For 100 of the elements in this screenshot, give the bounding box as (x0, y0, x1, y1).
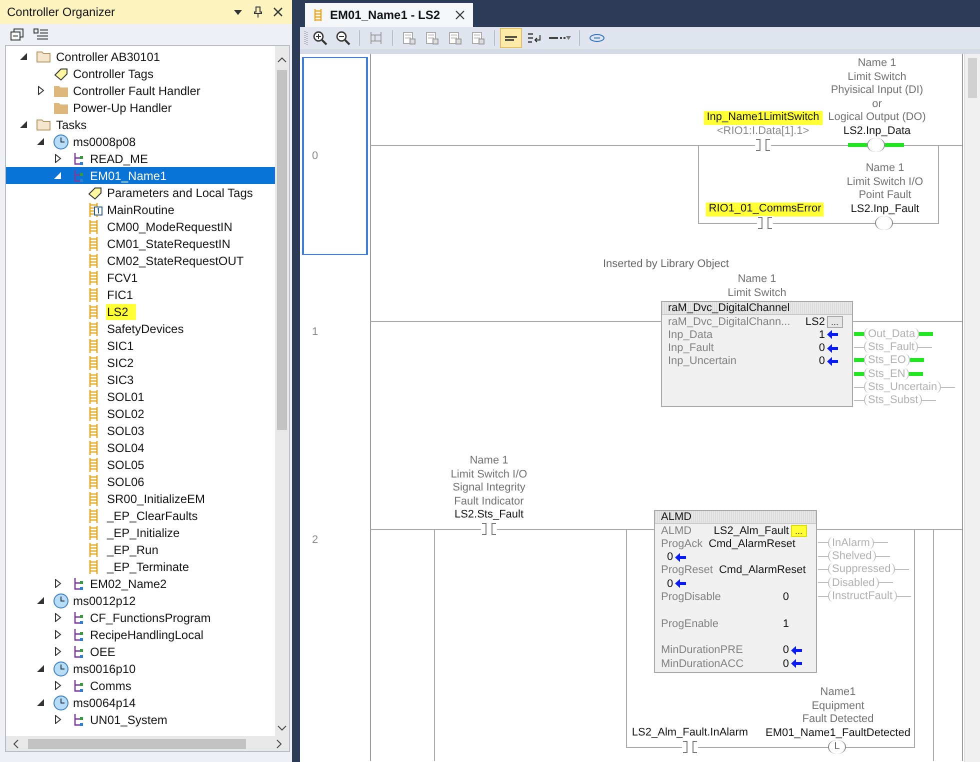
rung-number[interactable]: 0 (302, 57, 368, 255)
tree-item[interactable]: _EP_Initialize (6, 524, 275, 541)
element-description: Name 1 Limit Switch (728, 273, 786, 300)
tree-item[interactable]: ms0064p14 (6, 694, 275, 711)
tag-name: EM01_Name1_FaultDetected (764, 726, 912, 740)
caret-icon[interactable] (37, 664, 45, 673)
editor-tab[interactable]: EM01_Name1 - LS2 (305, 3, 474, 27)
output-pin: Sts_EO (854, 354, 924, 367)
zoom-out-icon (335, 30, 351, 46)
tree-item[interactable]: CF_FunctionsProgram (6, 609, 275, 626)
list-view-icon[interactable] (33, 28, 49, 42)
tree-item[interactable]: EM02_Name2 (6, 575, 275, 592)
tree-item[interactable]: FIC1 (6, 286, 275, 303)
clock-icon (53, 660, 69, 676)
caret-icon[interactable] (20, 120, 28, 129)
tree-item[interactable]: SOL04 (6, 439, 275, 456)
tree-item[interactable]: MainRoutine (6, 201, 275, 218)
tree-item[interactable]: CM02_StateRequestOUT (6, 252, 275, 269)
arrow-icon (827, 330, 838, 340)
output-pin: Disabled (818, 576, 893, 590)
parameter-value: 0 (818, 342, 825, 354)
folder-icon (53, 84, 69, 98)
browse-button[interactable]: ... (791, 524, 807, 536)
output-pin: Sts_Subst (854, 394, 936, 407)
close-icon[interactable] (272, 6, 284, 18)
parameter-value: 1 (818, 328, 825, 341)
caret-icon[interactable] (37, 698, 45, 707)
parameter-value: 0 (818, 355, 825, 368)
tree-item[interactable]: Parameters and Local Tags (6, 184, 275, 201)
pin-icon[interactable] (252, 6, 264, 18)
horizontal-scrollbar[interactable] (6, 736, 289, 751)
caret-icon[interactable] (54, 647, 62, 656)
tree-item[interactable]: SOL06 (6, 473, 275, 490)
arrow-icon (675, 552, 686, 562)
tree-item[interactable]: Controller Tags (6, 65, 275, 82)
panel-title: Controller Organizer (7, 5, 116, 19)
vertical-scrollbar[interactable] (964, 54, 980, 762)
caret-icon[interactable] (54, 715, 62, 724)
tree-item[interactable]: ms0008p08 (6, 133, 275, 150)
dropdown-icon[interactable] (232, 7, 244, 17)
tree-item[interactable]: CM01_StateRequestIN (6, 235, 275, 252)
tree-item[interactable]: SIC3 (6, 371, 275, 388)
tag-name: Inp_Name1LimitSwitch (704, 111, 822, 124)
tree-item[interactable]: LS2 (6, 303, 275, 320)
tree-item[interactable]: EM01_Name1 (6, 167, 275, 184)
instruction-block[interactable]: ALMD ALMD LS2_Alm_Fault ... ProgAck Cmd_AlarmReset 0 ProgReset Cmd_AlarmReset 0 ProgDisable 0 ProgEnable 1 MinDurationPRE 0 MinDurationACC 0 (654, 510, 817, 673)
tree-item[interactable]: SIC2 (6, 354, 275, 371)
vertical-scrollbar[interactable] (275, 46, 289, 736)
tree-item[interactable]: Controller AB30101 (6, 48, 275, 65)
tree-item[interactable]: SOL05 (6, 456, 275, 473)
parameter-name: Inp_Data (668, 328, 713, 341)
tag-name: LS2.Inp_Fault (850, 202, 920, 216)
instruction-block[interactable]: raM_Dvc_DigitalChannel raM_Dvc_DigitalChann... LS2 ... Inp_Data 1 Inp_Fault 0 Inp_Uncertain 0 (661, 301, 853, 407)
caret-icon[interactable] (37, 86, 45, 95)
caret-icon[interactable] (54, 154, 62, 163)
caret-icon[interactable] (20, 52, 28, 61)
tree-item[interactable]: Power-Up Handler (6, 99, 275, 116)
clock-icon (53, 592, 69, 608)
browse-button[interactable]: ... (827, 316, 843, 328)
caret-icon[interactable] (54, 630, 62, 639)
parameter-value: 0 (782, 591, 789, 603)
tree-item[interactable]: CM00_ModeRequestIN (6, 218, 275, 235)
tree-item[interactable]: SafetyDevices (6, 320, 275, 337)
arrow-icon (827, 356, 838, 366)
parameter-value: 1 (782, 618, 789, 630)
close-icon[interactable] (455, 10, 466, 20)
collapse-all-icon[interactable] (9, 28, 25, 42)
tree-item[interactable]: SOL01 (6, 388, 275, 405)
block-title: ALMD (655, 511, 816, 524)
caret-icon[interactable] (37, 137, 45, 146)
tag-name: RIO1_01_CommsError (706, 202, 824, 216)
tree-item[interactable]: _EP_ClearFaults (6, 507, 275, 524)
parameter-name: ProgEnable (661, 618, 718, 630)
tree-item[interactable]: Controller Fault Handler (6, 82, 275, 99)
tree-item[interactable]: Tasks (6, 116, 275, 133)
parameter-value: 0 (782, 658, 789, 670)
caret-icon[interactable] (54, 579, 62, 588)
tree-item[interactable]: OEE (6, 643, 275, 660)
tree-item[interactable]: SR00_InitializeEM (6, 490, 275, 507)
caret-icon[interactable] (37, 596, 45, 605)
block-title: raM_Dvc_DigitalChannel (662, 302, 852, 315)
tree-item[interactable]: SOL02 (6, 405, 275, 422)
document-icon (401, 30, 417, 46)
tree-item[interactable]: _EP_Run (6, 541, 275, 558)
tree-item[interactable]: _EP_Terminate (6, 558, 275, 575)
tree-item[interactable]: UN01_System (6, 711, 275, 728)
tree-item[interactable]: ms0012p12 (6, 592, 275, 609)
tree-item[interactable]: ms0016p10 (6, 660, 275, 677)
tree-item[interactable]: FCV1 (6, 269, 275, 286)
tree-item[interactable]: SIC1 (6, 337, 275, 354)
caret-icon[interactable] (54, 681, 62, 690)
tree-item[interactable]: Comms (6, 677, 275, 694)
show-tags-button[interactable] (500, 28, 522, 48)
parameter-name: Inp_Uncertain (668, 355, 736, 368)
folder-icon (53, 100, 69, 114)
tree-item[interactable]: SOL03 (6, 422, 275, 439)
tree-item[interactable]: READ_ME (6, 150, 275, 167)
rung-number[interactable]: 2 (302, 441, 368, 639)
caret-icon[interactable] (54, 613, 62, 622)
tree-item[interactable]: RecipeHandlingLocal (6, 626, 275, 643)
